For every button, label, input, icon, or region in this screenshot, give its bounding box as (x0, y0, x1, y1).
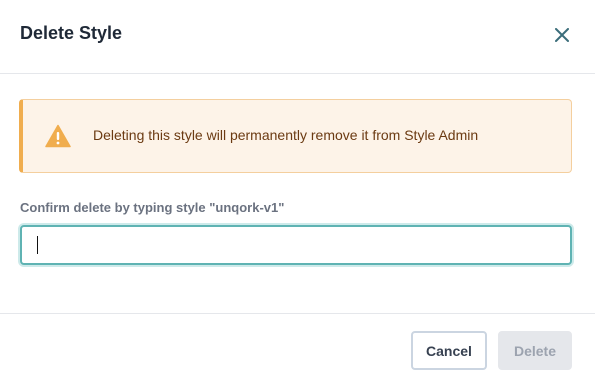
warning-alert: Deleting this style will permanently rem… (19, 99, 572, 173)
dialog-footer: Cancel Delete (0, 313, 595, 382)
close-button[interactable] (549, 22, 575, 48)
cancel-button[interactable]: Cancel (411, 331, 487, 370)
alert-message: Deleting this style will permanently rem… (93, 127, 479, 143)
text-caret (37, 236, 38, 254)
close-icon (555, 28, 569, 42)
dialog-header: Delete Style (0, 0, 595, 74)
warning-icon (45, 124, 71, 148)
delete-style-dialog: Delete Style Deleting this style will pe… (0, 0, 595, 382)
confirm-style-input[interactable] (20, 225, 572, 265)
delete-button[interactable]: Delete (498, 331, 572, 370)
confirm-field-label: Confirm delete by typing style "unqork-v… (20, 200, 285, 215)
dialog-title: Delete Style (20, 23, 123, 43)
